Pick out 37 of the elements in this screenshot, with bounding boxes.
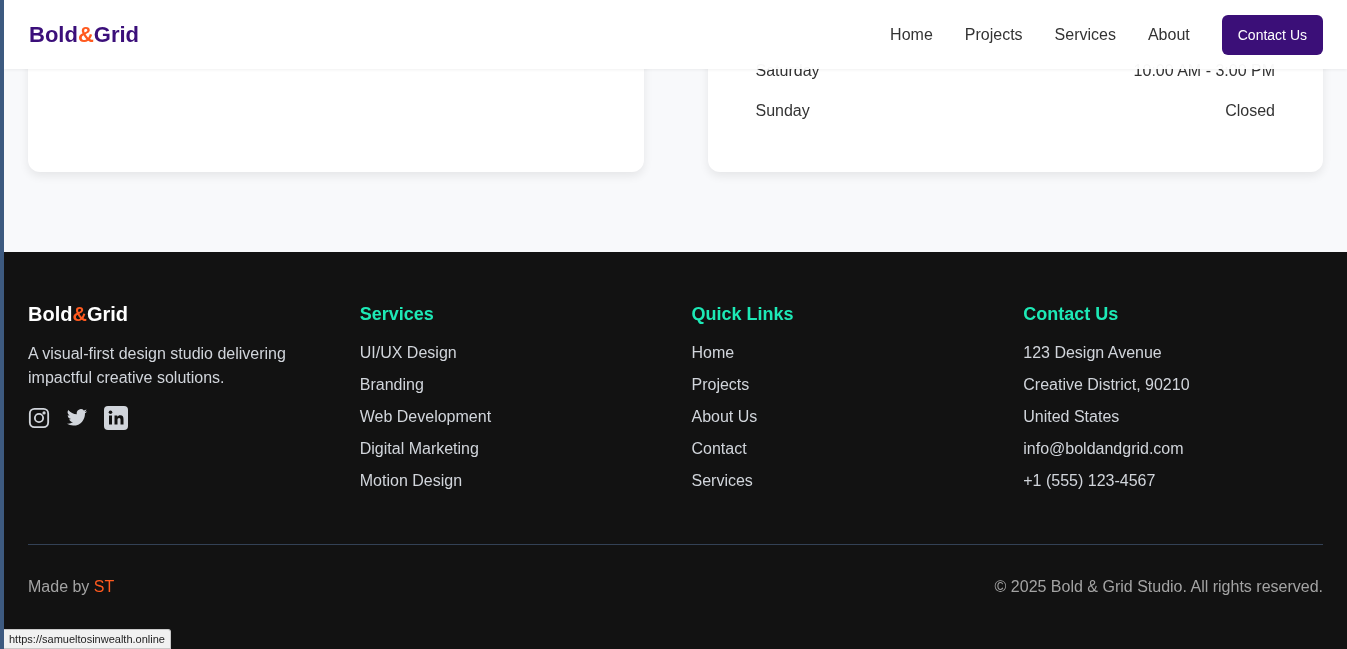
footer-link[interactable]: Home <box>691 343 735 363</box>
footer-link[interactable]: About Us <box>691 407 758 427</box>
footer-link[interactable]: UI/UX Design <box>359 343 457 363</box>
made-by-text: Made by ST <box>28 578 115 596</box>
footer-link[interactable]: info@boldandgrid.com <box>1023 439 1184 459</box>
footer-link[interactable]: Services <box>691 471 753 491</box>
footer-link[interactable]: Branding <box>359 375 424 395</box>
copyright-text: © 2025 Bold & Grid Studio. All rights reserved. <box>994 578 1323 596</box>
logo[interactable]: Bold&Grid <box>29 21 139 48</box>
nav-link[interactable]: Projects <box>964 25 1023 44</box>
footer-link[interactable]: +1 (555) 123-4567 <box>1023 471 1156 491</box>
column-heading: Quick Links <box>691 304 795 325</box>
linkedin-icon[interactable] <box>104 406 128 430</box>
hours-value: Closed <box>1225 102 1275 120</box>
nav-link[interactable]: Services <box>1054 25 1116 44</box>
logo[interactable]: Bold&Grid <box>28 303 128 326</box>
footer-link[interactable]: Motion Design <box>359 471 463 491</box>
column-heading: Contact Us <box>1023 304 1120 325</box>
contact-button[interactable]: Contact Us <box>1221 14 1323 55</box>
author-link[interactable]: ST <box>93 578 115 595</box>
footer-link[interactable]: 123 Design Avenue <box>1023 343 1162 363</box>
tagline: A visual-first design studio delivering impactful creative solutions. <box>28 344 287 388</box>
nav-link[interactable]: About <box>1147 25 1190 44</box>
footer-link[interactable]: Contact <box>691 439 747 459</box>
footer-link[interactable]: Web Development <box>359 407 492 427</box>
day-label: Saturday <box>755 62 820 80</box>
footer-link[interactable]: Creative District, 90210 <box>1023 375 1190 395</box>
footer-link[interactable]: Projects <box>691 375 750 395</box>
hours-value: 10:00 AM - 3:00 PM <box>1133 62 1275 80</box>
day-label: Sunday <box>755 102 810 120</box>
footer-link[interactable]: United States <box>1023 407 1120 427</box>
column-heading: Services <box>359 304 435 325</box>
instagram-icon[interactable] <box>28 407 50 429</box>
status-url: https://samueltosinwealth.online <box>4 629 171 649</box>
bird-icon[interactable] <box>66 407 88 429</box>
nav-link[interactable]: Home <box>890 25 933 44</box>
footer-link[interactable]: Digital Marketing <box>359 439 479 459</box>
